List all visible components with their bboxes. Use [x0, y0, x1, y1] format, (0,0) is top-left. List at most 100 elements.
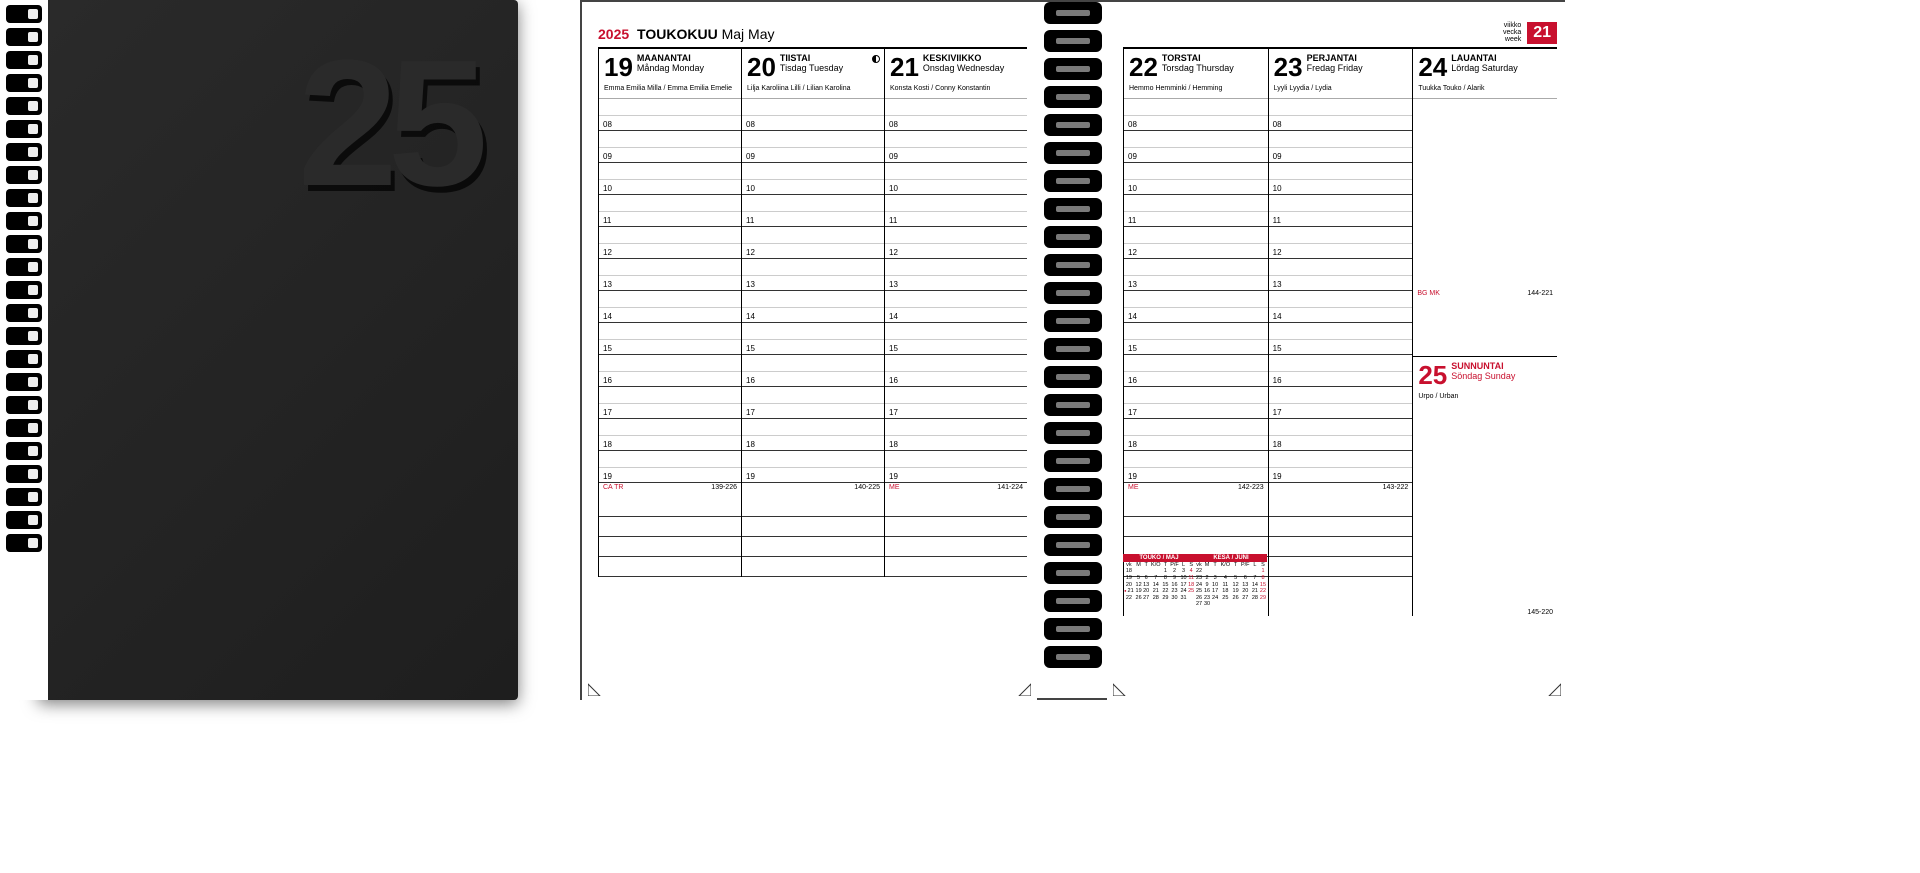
day-name: MAANANTAIMåndag Monday — [637, 54, 704, 74]
hour-label: 19 — [1273, 472, 1282, 481]
name-day: Lilja Karoliina Lilli / Lilian Karolina — [747, 85, 879, 92]
hour-label: 14 — [603, 312, 612, 321]
name-day: Tuukka Touko / Alarik — [1418, 85, 1552, 92]
cover-spiral-binding — [0, 0, 48, 700]
day-number: 20 — [747, 52, 776, 83]
hour-label: 16 — [889, 376, 898, 385]
corner-mark-icon — [1013, 678, 1031, 696]
hour-label: 16 — [603, 376, 612, 385]
hour-label: 12 — [1273, 248, 1282, 257]
planner-spread: 2025 TOUKOKUU Maj May 19MAANANTAIMåndag … — [580, 0, 1565, 700]
left-day-columns: 19MAANANTAIMåndag MondayEmma Emilia Mill… — [598, 47, 1027, 577]
day-number: 24 — [1418, 52, 1447, 83]
hour-label: 19 — [1128, 472, 1137, 481]
page-header: 2025 TOUKOKUU Maj May — [598, 26, 774, 42]
day-index: 141-224 — [997, 484, 1023, 491]
hour-label: 11 — [746, 216, 754, 225]
name-day: Konsta Kosti / Conny Konstantin — [890, 85, 1022, 92]
hour-label: 15 — [1273, 344, 1282, 353]
day-name: TIISTAITisdag Tuesday — [780, 54, 843, 74]
day-number: 22 — [1129, 52, 1158, 83]
hour-label: 13 — [1128, 280, 1137, 289]
day-column: 23PERJANTAIFredag FridayLyyli Lyydia / L… — [1268, 47, 1413, 616]
hour-label: 09 — [1273, 152, 1282, 161]
day-index: 143-222 — [1383, 484, 1409, 491]
day-number: 21 — [890, 52, 919, 83]
mini-calendar-title: KESÄ / JUNI — [1195, 554, 1267, 562]
hour-label: 14 — [889, 312, 898, 321]
hour-label: 11 — [603, 216, 611, 225]
day-number: 23 — [1274, 52, 1303, 83]
day-index: 145-220 — [1527, 609, 1553, 616]
header-year: 2025 — [598, 26, 629, 42]
hour-label: 16 — [1273, 376, 1282, 385]
week-number: 21 — [1527, 22, 1557, 44]
hour-label: 11 — [1128, 216, 1136, 225]
mini-calendar-title: TOUKO / MAJ — [1123, 554, 1195, 562]
mini-calendar: KESÄ / JUNIvkMTK/OTP/FLS2212323456782491… — [1195, 554, 1267, 608]
name-day: Urpo / Urban — [1418, 393, 1552, 400]
day-column: 19MAANANTAIMåndag MondayEmma Emilia Mill… — [598, 47, 741, 577]
hour-label: 18 — [889, 440, 898, 449]
day-foot-code: BG MK — [1417, 290, 1440, 297]
hour-label: 17 — [1273, 408, 1282, 417]
hour-label: 18 — [1128, 440, 1137, 449]
hour-label: 12 — [603, 248, 612, 257]
hour-label: 14 — [1273, 312, 1282, 321]
header-month-main: TOUKOKUU — [637, 26, 718, 42]
page-right: viikko vecka week 21 22TORSTAITorsdag Th… — [1107, 2, 1567, 702]
day-index: 139-226 — [711, 484, 737, 491]
hour-label: 10 — [746, 184, 755, 193]
hour-label: 08 — [603, 120, 612, 129]
hour-label: 12 — [746, 248, 755, 257]
hour-label: 19 — [889, 472, 898, 481]
week-badge: viikko vecka week 21 — [1503, 22, 1557, 44]
name-day: Emma Emilia Milla / Emma Emilia Emelie — [604, 85, 736, 92]
mini-calendar: TOUKO / MAJvkMTK/OTP/FLS1812341956789101… — [1123, 554, 1195, 608]
corner-mark-icon — [1113, 678, 1131, 696]
hour-label: 13 — [1273, 280, 1282, 289]
header-month-alt: Maj May — [722, 26, 775, 42]
hour-label: 18 — [603, 440, 612, 449]
hour-label: 16 — [746, 376, 755, 385]
day-index: 144-221 — [1527, 290, 1553, 297]
hour-label: 09 — [746, 152, 755, 161]
hour-label: 14 — [1128, 312, 1137, 321]
hour-label: 09 — [603, 152, 612, 161]
hour-label: 14 — [746, 312, 755, 321]
hour-label: 10 — [889, 184, 898, 193]
day-foot-code: ME — [889, 484, 900, 491]
hour-label: 19 — [603, 472, 612, 481]
day-number: 19 — [604, 52, 633, 83]
hour-label: 15 — [603, 344, 612, 353]
corner-mark-icon — [588, 678, 606, 696]
day-name: TORSTAITorsdag Thursday — [1162, 54, 1234, 74]
hour-label: 08 — [1273, 120, 1282, 129]
moon-phase-icon — [872, 55, 880, 63]
hour-label: 12 — [1128, 248, 1137, 257]
hour-label: 11 — [1273, 216, 1281, 225]
hour-label: 10 — [1273, 184, 1282, 193]
day-number: 25 — [1418, 360, 1447, 391]
hour-label: 15 — [746, 344, 755, 353]
hour-label: 16 — [1128, 376, 1137, 385]
hour-label: 10 — [603, 184, 612, 193]
day-name: LAUANTAILördag Saturday — [1451, 54, 1518, 74]
hour-label: 13 — [746, 280, 755, 289]
day-index: 140-225 — [854, 484, 880, 491]
day-name: SUNNUNTAISöndag Sunday — [1451, 362, 1515, 382]
hour-label: 13 — [889, 280, 898, 289]
name-day: Hemmo Hemminki / Hemming — [1129, 85, 1263, 92]
day-name: PERJANTAIFredag Friday — [1307, 54, 1363, 74]
planner-mockup: 25 2025 TOUKOKUU Maj May 19MAANANTAIMånd… — [0, 0, 1920, 873]
hour-label: 17 — [889, 408, 898, 417]
page-left: 2025 TOUKOKUU Maj May 19MAANANTAIMåndag … — [582, 2, 1037, 702]
hour-label: 08 — [746, 120, 755, 129]
day-name: KESKIVIIKKOOnsdag Wednesday — [923, 54, 1004, 74]
hour-label: 09 — [1128, 152, 1137, 161]
hour-label: 08 — [1128, 120, 1137, 129]
hour-label: 18 — [1273, 440, 1282, 449]
hour-label: 17 — [603, 408, 612, 417]
day-column: 20TIISTAITisdag Tuesday Lilja Karoliina L… — [741, 47, 884, 577]
hour-label: 19 — [746, 472, 755, 481]
